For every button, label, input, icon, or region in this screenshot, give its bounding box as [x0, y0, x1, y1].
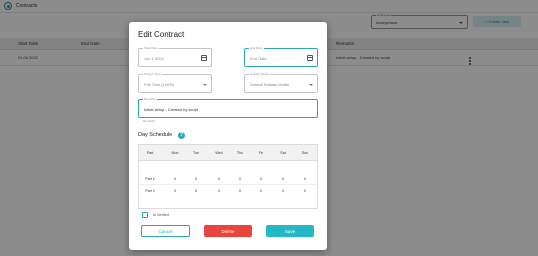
- schedule-header-fri: Fri: [258, 151, 264, 155]
- schedule-row: Part 1 0 0 0 0 0 0 0: [139, 173, 317, 185]
- schedule-row: Part 2 0 0 0 0 0 0 0: [139, 185, 317, 197]
- schedule-cell[interactable]: 0: [174, 189, 176, 193]
- chevron-down-icon: [309, 84, 313, 86]
- schedule-cell[interactable]: 0: [260, 189, 262, 193]
- project-type-select[interactable]: Project Type Full Time (100%): [138, 72, 212, 93]
- is-settled-label: Is Settled: [153, 213, 169, 217]
- start-date-value: Jun 1 2022: [144, 56, 164, 61]
- dialog-title: Edit Contract: [138, 30, 185, 39]
- project-type-value: Full Time (100%): [144, 82, 175, 87]
- schedule-header-part: Part: [146, 151, 154, 155]
- calendar-icon[interactable]: [307, 55, 313, 61]
- chevron-down-icon: [203, 84, 207, 86]
- schedule-cell[interactable]: 0: [239, 177, 241, 181]
- day-schedule-table: Part Mon Tue Wed Thu Fri Sat Sun Part 1 …: [138, 144, 318, 209]
- help-icon[interactable]: ?: [178, 132, 185, 139]
- schedule-cell[interactable]: 0: [195, 177, 197, 181]
- schedule-header-tue: Tue: [192, 151, 200, 155]
- schedule-cell[interactable]: 0: [174, 177, 176, 181]
- delete-button[interactable]: Delete: [204, 225, 252, 237]
- schedule-cell[interactable]: 0: [218, 177, 220, 181]
- holiday-model-label: Holiday Model: [249, 72, 271, 76]
- schedule-cell[interactable]: 0: [260, 177, 262, 181]
- start-date-field[interactable]: Start Date Jun 1 2022: [138, 46, 212, 67]
- schedule-header-sun: Sun: [301, 151, 309, 155]
- schedule-cell[interactable]: 0: [218, 189, 220, 193]
- schedule-part-label: Part 2: [145, 189, 155, 193]
- schedule-cell[interactable]: 0: [282, 189, 284, 193]
- holiday-model-select[interactable]: Holiday Model Default Holiday Model: [244, 72, 318, 93]
- is-settled-checkbox[interactable]: [142, 212, 148, 218]
- project-type-label: Project Type: [143, 72, 162, 76]
- schedule-cell[interactable]: 0: [304, 189, 306, 193]
- end-date-field[interactable]: End Date End Date: [244, 46, 318, 67]
- schedule-cell[interactable]: 0: [282, 177, 284, 181]
- end-date-placeholder: End Date: [250, 56, 267, 61]
- remarks-value: Initial setup - Created by script: [144, 107, 199, 112]
- schedule-header-sat: Sat: [280, 151, 286, 155]
- schedule-header-mon: Mon: [171, 151, 179, 155]
- cancel-button[interactable]: Cancel: [141, 225, 190, 237]
- schedule-header-wed: Wed: [215, 151, 223, 155]
- holiday-model-value: Default Holiday Model: [250, 82, 290, 87]
- schedule-header: Part Mon Tue Wed Thu Fri Sat Sun: [139, 145, 317, 161]
- schedule-cell[interactable]: 0: [239, 189, 241, 193]
- save-button[interactable]: Save: [266, 225, 314, 237]
- start-date-label: Start Date: [143, 46, 159, 50]
- remarks-input[interactable]: Remarks Initial setup - Created by scrip…: [138, 97, 318, 118]
- schedule-cell[interactable]: 0: [304, 177, 306, 181]
- end-date-label: End Date: [249, 46, 264, 50]
- remarks-helper-text: Remarks: [143, 119, 156, 123]
- schedule-cell[interactable]: 0: [195, 189, 197, 193]
- schedule-header-thu: Thu: [236, 151, 244, 155]
- schedule-part-label: Part 1: [145, 177, 155, 181]
- day-schedule-title: Day Schedule: [138, 132, 173, 138]
- calendar-icon[interactable]: [201, 55, 207, 61]
- remarks-label: Remarks: [143, 97, 158, 101]
